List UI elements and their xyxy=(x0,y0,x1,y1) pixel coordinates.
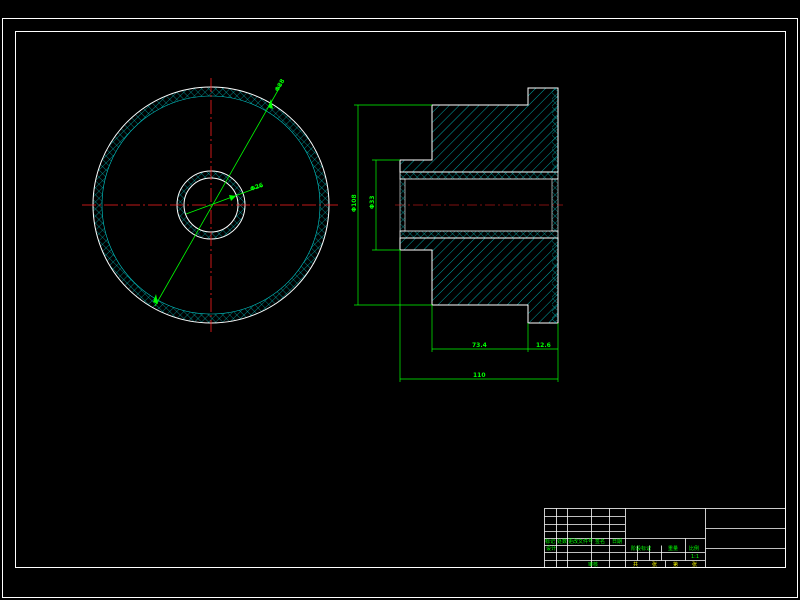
sheet-number: 第 xyxy=(673,561,678,568)
cad-drawing: Φ88 Φ26 Φ108 Φ33 73.4 12.6 110 标记 处数 更改文… xyxy=(2,18,798,598)
sign-mark: 标记 xyxy=(545,538,555,545)
upper-bore-liner xyxy=(399,171,559,180)
title-block xyxy=(544,508,786,568)
flange-liner-top xyxy=(552,88,558,172)
overall-length-label: 110 xyxy=(473,372,486,379)
sign-count: 处数 xyxy=(557,538,567,545)
scale-value: 1:1 xyxy=(691,554,699,560)
scale-label: 比例 xyxy=(689,545,699,552)
overall-height-label: Φ108 xyxy=(351,194,358,212)
sheet-total: 共 xyxy=(633,561,638,568)
section-view: Φ108 Φ33 73.4 12.6 110 xyxy=(351,87,563,382)
bore-height-label: Φ33 xyxy=(369,196,376,209)
upper-section-hatch xyxy=(399,87,559,173)
title-block-text: 标记 处数 更改文件号 签名 日期 设计 审核 阶段标记 重量 比例 1:1 共… xyxy=(545,538,699,568)
design-label: 设计 xyxy=(546,545,556,552)
flange-length-label: 12.6 xyxy=(536,342,551,349)
lower-bore-liner xyxy=(399,230,559,239)
sheet-unit-1: 张 xyxy=(652,561,657,568)
title-block-frame xyxy=(544,508,786,568)
sign-signature: 签名 xyxy=(595,538,605,545)
sheet-unit-2: 张 xyxy=(692,561,697,568)
audit-label: 审核 xyxy=(588,561,598,568)
weight-label: 重量 xyxy=(668,545,678,552)
stage-label: 阶段标记 xyxy=(631,545,651,552)
flange-liner-bottom xyxy=(552,238,558,323)
lower-section-hatch xyxy=(399,237,559,324)
front-view: Φ88 Φ26 xyxy=(82,78,340,332)
sign-date: 日期 xyxy=(612,539,622,545)
body-length-label: 73.4 xyxy=(472,342,487,349)
sign-change-doc: 更改文件号 xyxy=(568,538,593,545)
